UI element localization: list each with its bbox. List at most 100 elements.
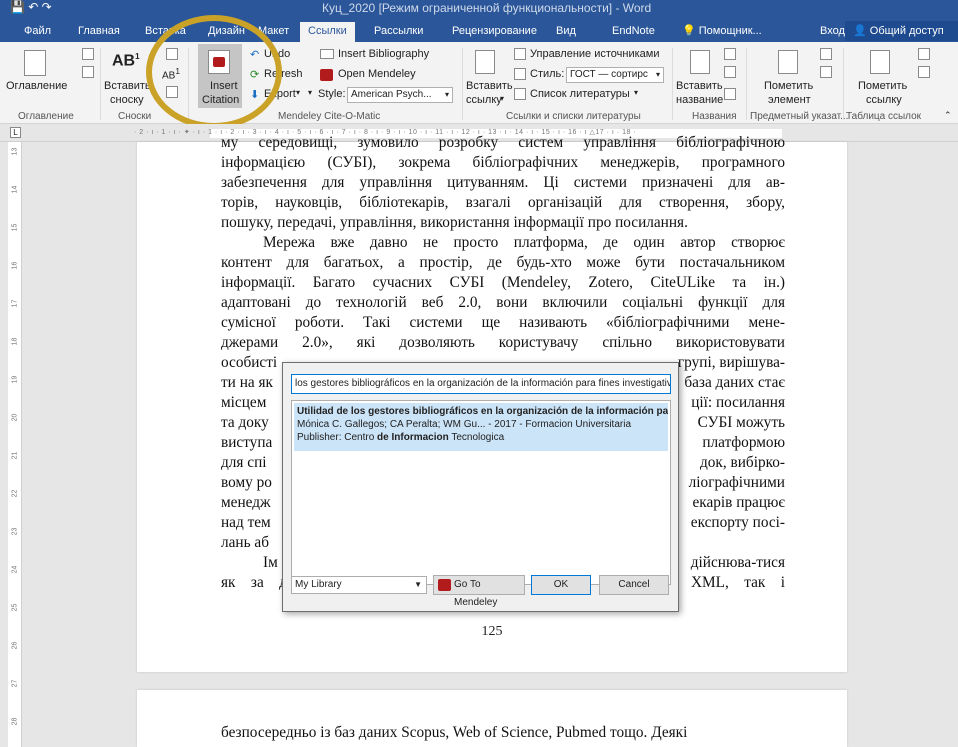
group-toc-label: Оглавление	[18, 111, 74, 122]
mark-entry-line1[interactable]: Пометить	[764, 80, 813, 92]
toc-button[interactable]: Оглавление	[6, 80, 67, 92]
document-page-2[interactable]: безпосередньо із баз даних Scopus, Web o…	[137, 690, 847, 747]
ruler-label: 21	[11, 451, 19, 460]
insert-caption-line1[interactable]: Вставить	[676, 80, 723, 92]
citation-style-select[interactable]: American Psych... ▾	[347, 87, 453, 103]
ruler-label: 27	[11, 679, 19, 688]
lightbulb-icon: 💡	[682, 25, 699, 37]
word-style-select[interactable]: ГОСТ — сортирс ▾	[566, 67, 664, 83]
export-dropdown-icon[interactable]: ▾	[296, 88, 300, 97]
open-mendeley-button[interactable]: Open Mendeley	[338, 68, 416, 80]
group-footnotes-label: Сноски	[118, 111, 152, 122]
add-text-icon[interactable]	[82, 48, 94, 60]
cancel-button[interactable]: Cancel	[599, 575, 669, 595]
ruler-label: 23	[11, 527, 19, 536]
chevron-down-icon: ▼	[414, 580, 422, 589]
table-of-contents-icon[interactable]	[24, 50, 46, 76]
mark-citation-line2[interactable]: ссылку	[866, 94, 902, 106]
group-separator	[462, 48, 463, 120]
insert-bibliography-button[interactable]: Insert Bibliography	[338, 48, 429, 60]
insert-footnote-line2[interactable]: сноску	[110, 94, 144, 106]
quick-access-toolbar[interactable]: 💾 ↶ ↷	[10, 0, 52, 14]
manage-sources-button[interactable]: Управление источниками	[530, 48, 659, 60]
insert-caption-line2[interactable]: название	[676, 94, 723, 106]
chevron-down-icon: ▾	[444, 90, 449, 99]
sign-in-link[interactable]: Вход	[820, 23, 845, 42]
mark-entry-icon[interactable]	[778, 50, 798, 74]
cross-reference-icon[interactable]	[724, 88, 736, 100]
tab-mailings[interactable]: Рассылки	[374, 23, 423, 42]
insert-table-of-figures-icon[interactable]	[724, 48, 736, 60]
word-style-value: ГОСТ — сортирс	[570, 69, 648, 80]
insert-citation-highlight-ring	[146, 15, 282, 129]
collapse-ribbon-icon[interactable]: ⌃	[944, 110, 952, 121]
tab-tell-me[interactable]: 💡 Помощник...	[682, 23, 762, 42]
result-publisher: Publisher: Centro de Informacion Tecnolo…	[297, 431, 665, 444]
group-citations-label: Ссылки и списки литературы	[506, 111, 641, 122]
word-style-label: Стиль:	[530, 68, 565, 80]
ruler-label: 25	[11, 603, 19, 612]
ruler-label: 16	[11, 261, 19, 270]
tab-references[interactable]: Ссылки	[300, 22, 355, 42]
mark-citation-line1[interactable]: Пометить	[858, 80, 907, 92]
word-insert-citation-line1[interactable]: Вставить	[466, 80, 513, 92]
bibliography-list-icon	[514, 88, 526, 100]
text-line-start: для спі	[221, 454, 267, 471]
library-value: My Library	[295, 579, 342, 590]
group-separator	[746, 48, 747, 120]
search-result-item[interactable]: Utilidad de los gestores bibliográficos …	[294, 403, 668, 451]
page-number: 125	[481, 624, 503, 639]
library-select[interactable]: My Library ▼	[291, 576, 427, 594]
group-index-label: Предметный указат...	[750, 111, 849, 122]
text-line-fragment: база даних стає	[684, 374, 785, 391]
update-table-icon[interactable]	[724, 66, 736, 78]
tab-review[interactable]: Рецензирование	[452, 23, 537, 42]
group-toa-label: Таблица ссылок	[846, 111, 922, 122]
insert-caption-icon[interactable]	[690, 50, 710, 74]
go-to-mendeley-button[interactable]: Go To Mendeley	[433, 575, 525, 608]
text-line-fragment: ліографічними	[688, 474, 785, 491]
mark-citation-icon[interactable]	[870, 50, 890, 74]
text-line-start: вому ро	[221, 474, 272, 491]
manage-sources-icon	[514, 48, 526, 60]
insert-index-icon[interactable]	[820, 48, 832, 60]
update-index-icon[interactable]	[820, 66, 832, 78]
citation-search-input[interactable]: los gestores bibliográficos en la organi…	[291, 374, 671, 394]
ruler-label: 20	[11, 413, 19, 422]
tab-file[interactable]: Файл	[24, 23, 51, 42]
share-button[interactable]: 👤 Общий доступ	[845, 21, 958, 41]
insert-toa-icon[interactable]	[918, 48, 930, 60]
search-results-list: Utilidad de los gestores bibliográficos …	[291, 400, 671, 585]
publisher-prefix: Publisher: Centro	[297, 432, 375, 443]
tab-view[interactable]: Вид	[556, 23, 576, 42]
mark-entry-line2[interactable]: элемент	[768, 94, 811, 106]
style-icon	[514, 68, 526, 80]
ruler-label: 14	[11, 185, 19, 194]
insert-citation-word-icon[interactable]	[475, 50, 495, 74]
text-line: Мережа вже давно не просто платформа, де…	[263, 234, 785, 251]
update-toa-icon[interactable]	[918, 66, 930, 78]
text-line: інформації. Багато сучасних СУБІ (Mendel…	[221, 274, 785, 291]
page-text: безпосередньо із баз даних Scopus, Web o…	[221, 723, 785, 743]
chevron-down-icon[interactable]: ▾	[634, 88, 638, 97]
text-line-fragment: ції: посилання	[691, 394, 785, 411]
share-label: Общий доступ	[869, 25, 944, 37]
insert-footnote-line1[interactable]: Вставить	[104, 80, 151, 92]
update-table-icon[interactable]	[82, 66, 94, 78]
tab-selector-icon[interactable]: L	[10, 127, 21, 138]
text-line-fragment: док, вибірко-	[700, 454, 785, 471]
text-line-start: Ім	[263, 554, 278, 571]
word-insert-citation-line2[interactable]: ссылку	[466, 94, 502, 106]
tab-endnote[interactable]: EndNote	[612, 23, 655, 42]
ruler-label: 28	[11, 717, 19, 726]
text-line-start: виступа	[221, 434, 273, 451]
insert-footnote-icon[interactable]: AB1	[112, 52, 140, 70]
text-line: му середовищі, зумовило розробку систем …	[221, 134, 785, 151]
tab-home[interactable]: Главная	[78, 23, 120, 42]
bibliography-button[interactable]: Список литературы	[530, 88, 630, 100]
tab-tell-me-label: Помощник...	[698, 25, 762, 37]
ok-button[interactable]: OK	[531, 575, 591, 595]
chevron-down-icon[interactable]: ▾	[500, 94, 504, 103]
group-separator	[672, 48, 673, 120]
text-line: інформацією (СУБІ), зокрема бібліографіч…	[221, 154, 785, 171]
